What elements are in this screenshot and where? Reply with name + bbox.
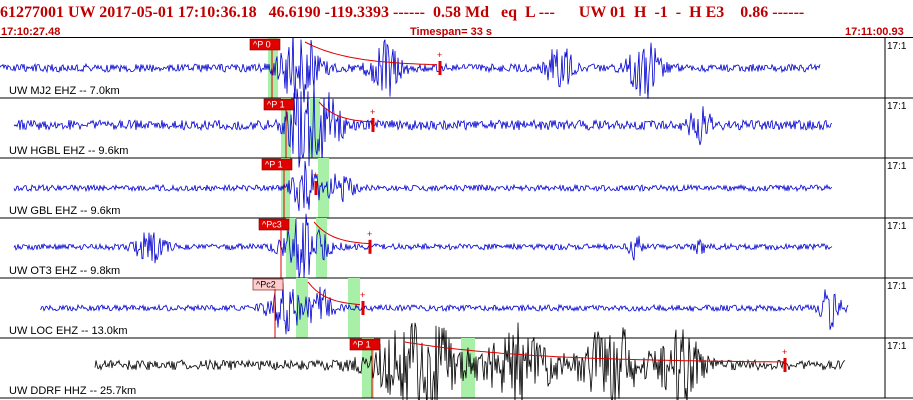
channel-row[interactable]: + ^Pc2 UW LOC EHZ -- 13.0km 17:1 bbox=[0, 278, 913, 339]
waveform-trace bbox=[13, 160, 833, 211]
right-time-label: 17:1 bbox=[887, 161, 907, 172]
pick-plus-marker: + bbox=[313, 170, 318, 180]
waveform-trace bbox=[13, 213, 833, 279]
coda-duration-curve bbox=[304, 41, 438, 66]
channel-label: UW HGBL EHZ -- 9.6km bbox=[9, 145, 128, 157]
right-time-label: 17:1 bbox=[887, 221, 907, 232]
phase-pick-label: ^P 1 bbox=[265, 160, 283, 170]
waveform-trace bbox=[0, 38, 821, 103]
channel-row[interactable]: + ^P 1 UW GBL EHZ -- 9.6km 17:1 bbox=[0, 158, 913, 219]
pick-plus-marker: + bbox=[437, 50, 442, 60]
pick-plus-marker: + bbox=[782, 347, 787, 357]
waveform-trace bbox=[39, 282, 849, 335]
phase-pick-label: ^P 0 bbox=[253, 40, 271, 50]
right-time-label: 17:1 bbox=[887, 341, 907, 352]
channel-label: UW DDRF HHZ -- 25.7km bbox=[9, 385, 136, 397]
phase-pick-label: ^P 1 bbox=[267, 100, 285, 110]
waveform-trace bbox=[13, 81, 833, 168]
channel-row[interactable]: + ^P 1 UW HGBL EHZ -- 9.6km 17:1 bbox=[0, 81, 913, 168]
channel-label: UW GBL EHZ -- 9.6km bbox=[9, 205, 120, 217]
right-time-label: 17:1 bbox=[887, 101, 907, 112]
channel-row[interactable]: + ^P 0 UW MJ2 EHZ -- 7.0km 17:1 bbox=[0, 38, 913, 103]
channel-label: UW MJ2 EHZ -- 7.0km bbox=[9, 85, 120, 97]
phase-pick-label: ^Pc3 bbox=[262, 220, 282, 230]
pick-plus-marker: + bbox=[370, 107, 375, 117]
channel-row[interactable]: + ^Pc3 UW OT3 EHZ -- 9.8km 17:1 bbox=[0, 213, 913, 279]
event-header: 61277001 UW 2017-05-01 17:10:36.18 46.61… bbox=[0, 0, 913, 38]
pick-plus-marker: + bbox=[367, 229, 372, 239]
pick-plus-marker: + bbox=[360, 290, 365, 300]
channel-label: UW OT3 EHZ -- 9.8km bbox=[9, 265, 120, 277]
right-time-label: 17:1 bbox=[887, 281, 907, 292]
phase-pick-label: ^P 1 bbox=[353, 340, 371, 350]
right-time-label: 17:1 bbox=[887, 41, 907, 52]
channel-row[interactable]: + ^P 1 UW DDRF HHZ -- 25.7km 17:1 bbox=[0, 322, 913, 400]
pick-window-band bbox=[316, 218, 327, 278]
channel-label: UW LOC EHZ -- 13.0km bbox=[9, 325, 128, 337]
event-summary-line: 61277001 UW 2017-05-01 17:10:36.18 46.61… bbox=[0, 4, 805, 21]
phase-pick-label: ^Pc2 bbox=[256, 280, 276, 290]
seismogram-panel[interactable]: + ^P 0 UW MJ2 EHZ -- 7.0km 17:1 + ^P 1 UW HGBL… bbox=[0, 38, 913, 400]
